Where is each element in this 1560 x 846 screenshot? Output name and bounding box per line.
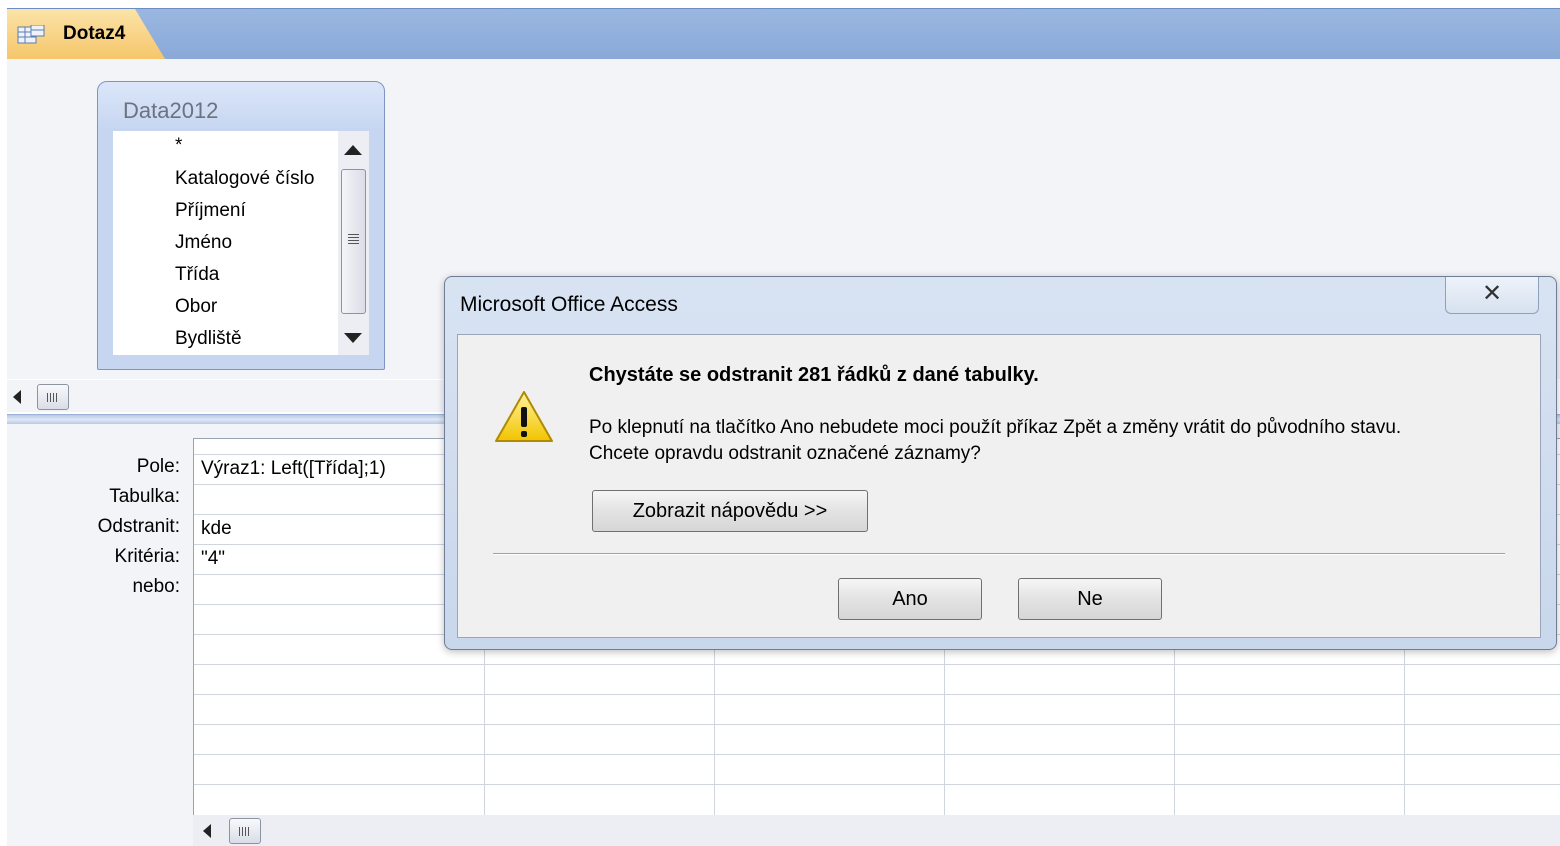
grid-cell-criteria[interactable]: "4" bbox=[201, 548, 225, 570]
close-button[interactable]: ✕ bbox=[1445, 277, 1539, 314]
grip-icon bbox=[47, 393, 59, 402]
field-item[interactable]: Třída bbox=[175, 264, 219, 286]
field-item[interactable]: * bbox=[175, 135, 182, 157]
scrollbar-thumb[interactable] bbox=[37, 384, 69, 410]
grid-line bbox=[194, 784, 1560, 785]
grid-line bbox=[194, 754, 1560, 755]
table-field-list[interactable]: Data2012 * Katalogové číslo Příjmení Jmé… bbox=[97, 81, 385, 370]
grid-line bbox=[194, 694, 1560, 695]
confirm-delete-dialog: Microsoft Office Access ✕ Chystáte se od… bbox=[444, 276, 1557, 650]
scroll-left-icon[interactable] bbox=[203, 824, 211, 838]
field-list: * Katalogové číslo Příjmení Jméno Třída … bbox=[113, 131, 339, 355]
row-label-table: Tabulka: bbox=[109, 486, 180, 507]
grid-line bbox=[194, 724, 1560, 725]
scrollbar-thumb[interactable] bbox=[341, 169, 366, 314]
grid-cell-delete[interactable]: kde bbox=[201, 518, 232, 540]
row-label-delete: Odstranit: bbox=[97, 516, 180, 537]
no-button[interactable]: Ne bbox=[1018, 578, 1162, 620]
row-label-field: Pole: bbox=[136, 456, 180, 477]
dialog-heading: Chystáte se odstranit 281 řádků z dané t… bbox=[589, 364, 1039, 386]
show-help-button[interactable]: Zobrazit nápovědu >> bbox=[592, 490, 868, 532]
scroll-down-icon[interactable] bbox=[344, 333, 362, 343]
document-tab-bar: Dotaz4 bbox=[7, 8, 1560, 59]
grid-line bbox=[194, 664, 1560, 665]
field-item[interactable]: Jméno bbox=[175, 232, 232, 254]
query-icon bbox=[17, 25, 45, 44]
grip-icon bbox=[348, 234, 359, 244]
field-list-scrollbar[interactable] bbox=[338, 131, 369, 355]
tab-label: Dotaz4 bbox=[63, 23, 126, 44]
field-item[interactable]: Příjmení bbox=[175, 200, 246, 222]
yes-button[interactable]: Ano bbox=[838, 578, 982, 620]
upper-horizontal-scrollbar[interactable] bbox=[7, 380, 444, 412]
scroll-left-icon[interactable] bbox=[13, 390, 21, 404]
window-left-border bbox=[0, 0, 7, 846]
dialog-title: Microsoft Office Access bbox=[460, 293, 678, 316]
grid-cell-field[interactable]: Výraz1: Left([Třída];1) bbox=[201, 458, 386, 480]
row-label-criteria: Kritéria: bbox=[114, 546, 180, 567]
dialog-separator bbox=[493, 553, 1505, 555]
grid-horizontal-scrollbar[interactable] bbox=[193, 815, 1560, 846]
field-item[interactable]: Obor bbox=[175, 296, 217, 318]
close-icon: ✕ bbox=[1481, 280, 1503, 307]
grip-icon bbox=[239, 827, 251, 836]
row-label-or: nebo: bbox=[132, 576, 180, 597]
field-item[interactable]: Bydliště bbox=[175, 328, 242, 350]
table-title: Data2012 bbox=[123, 98, 219, 123]
field-item[interactable]: Katalogové číslo bbox=[175, 168, 314, 190]
scroll-up-icon[interactable] bbox=[344, 145, 362, 155]
warning-icon bbox=[495, 391, 553, 442]
scrollbar-thumb[interactable] bbox=[229, 818, 261, 844]
dialog-question: Chcete opravdu odstranit označené záznam… bbox=[589, 443, 981, 464]
tab-query[interactable]: Dotaz4 bbox=[7, 9, 165, 59]
dialog-body: Chystáte se odstranit 281 řádků z dané t… bbox=[457, 334, 1541, 638]
dialog-message: Po klepnutí na tlačítko Ano nebudete moc… bbox=[589, 417, 1402, 438]
